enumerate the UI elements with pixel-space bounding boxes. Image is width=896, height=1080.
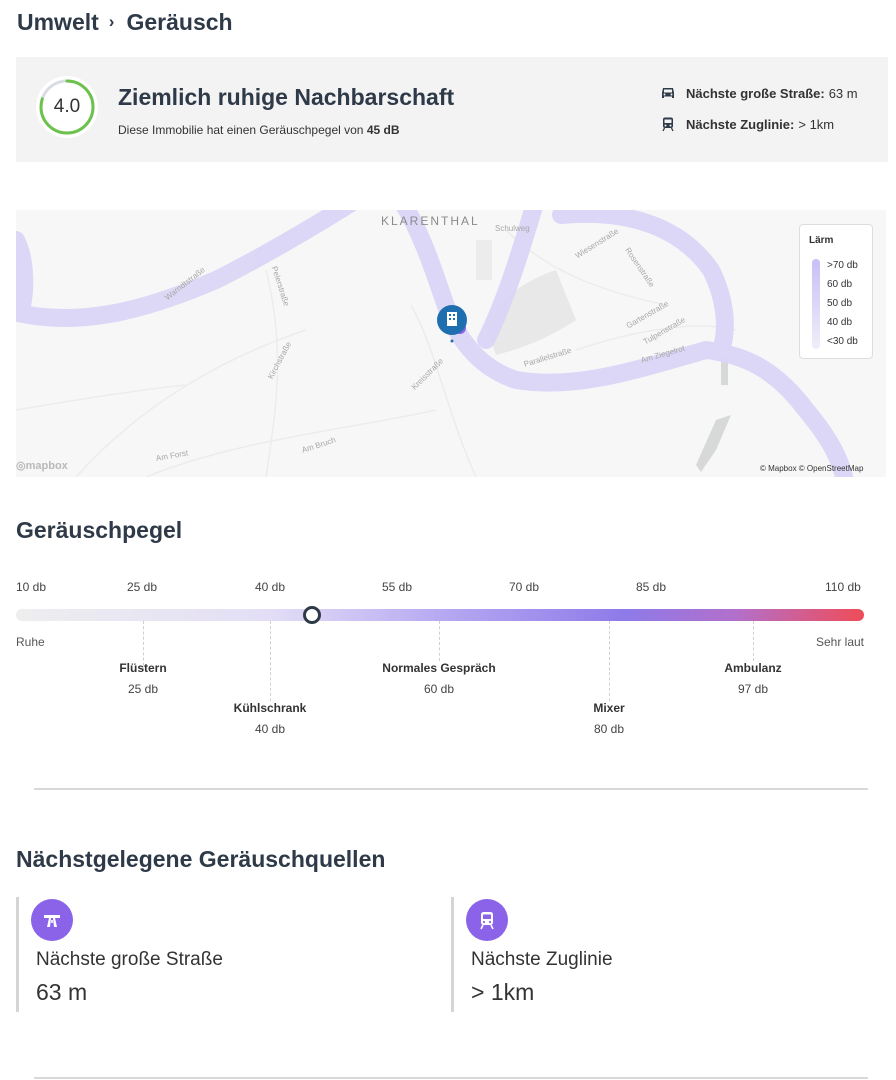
summary-train-value: > 1km [798, 116, 835, 132]
scale-high-label: Sehr laut [815, 635, 864, 649]
noise-score-badge: 4.0 [36, 76, 98, 138]
reference-line [609, 621, 610, 701]
summary-road-info: Nächste große Straße: 63 m [660, 85, 858, 101]
reference-value: 60 db [423, 682, 455, 696]
reference-value: 40 db [254, 722, 286, 736]
scale-tick-label: 55 db [382, 580, 413, 594]
noise-gradient-bar [16, 609, 864, 621]
reference-value: 97 db [737, 682, 769, 696]
source-train-label: Nächste Zuglinie [471, 949, 613, 970]
legend-item: 50 db [827, 298, 853, 309]
reference-value: 80 db [593, 722, 625, 736]
summary-road-label: Nächste große Straße: [686, 85, 825, 101]
map-legend: Lärm >70 db 60 db 50 db 40 db <30 db [799, 224, 873, 359]
scale-tick-label: 40 db [255, 580, 286, 594]
breadcrumb-current: Geräusch [126, 8, 233, 35]
reference-value: 25 db [127, 682, 159, 696]
mapbox-logo[interactable]: ◎mapbox [16, 459, 68, 472]
summary-road-value: 63 m [828, 85, 858, 101]
road-icon [31, 899, 73, 941]
noise-sources-title: Nächstgelegene Geräuschquellen [16, 846, 386, 872]
noise-score-value: 4.0 [53, 96, 81, 117]
map-street-label: Schulweg [495, 224, 530, 233]
source-train-value: > 1km [471, 979, 535, 1005]
legend-item: >70 db [827, 260, 858, 271]
reference-name: Mixer [593, 701, 625, 715]
summary-db-value: 45 dB [366, 123, 400, 137]
section-divider [34, 1077, 868, 1079]
legend-item: 40 db [827, 317, 853, 328]
reference-name: Kühlschrank [233, 701, 307, 715]
summary-title: Ziemlich ruhige Nachbarschaft [118, 84, 455, 110]
mapbox-logo-text: mapbox [25, 460, 68, 472]
summary-train-label: Nächste Zuglinie: [686, 116, 795, 132]
noise-map[interactable]: KLARENTHAL Schulweg Wiesenstraße Rosenst… [16, 210, 886, 477]
source-train: Nächste Zuglinie > 1km [451, 897, 871, 1012]
section-divider [34, 788, 868, 790]
train-icon [662, 117, 674, 132]
reference-name: Normales Gespräch [382, 661, 496, 675]
reference-name: Ambulanz [724, 661, 782, 675]
train-icon [466, 899, 508, 941]
breadcrumb-parent[interactable]: Umwelt [17, 9, 99, 36]
scale-tick-label: 10 db [16, 580, 47, 594]
summary-train-info: Nächste Zuglinie: > 1km [660, 116, 834, 132]
source-road-label: Nächste große Straße [36, 949, 223, 970]
summary-subtitle: Diese Immobilie hat einen Geräuschpegel … [118, 123, 400, 137]
map-canvas[interactable] [16, 210, 886, 477]
map-attribution[interactable]: © Mapbox © OpenStreetMap [760, 464, 863, 473]
current-noise-marker [303, 606, 322, 624]
scale-tick-label: 110 db [825, 580, 861, 594]
reference-name: Flüstern [119, 661, 167, 675]
noise-summary-card: 4.0 Ziemlich ruhige Nachbarschaft Diese … [16, 57, 888, 162]
scale-tick-label: 25 db [127, 580, 158, 594]
scale-low-label: Ruhe [16, 635, 45, 649]
source-road-value: 63 m [36, 979, 88, 1005]
mapbox-logo-icon: ◎ [16, 460, 26, 472]
reference-line [270, 621, 271, 701]
legend-item: <30 db [827, 336, 858, 347]
car-icon [662, 88, 674, 98]
reference-line [439, 621, 440, 661]
noise-level-title: Geräuschpegel [16, 517, 183, 543]
breadcrumb: Umwelt › Geräusch [17, 6, 233, 38]
noise-scale: 10 db 25 db 40 db 55 db 70 db 85 db 110 … [16, 580, 868, 750]
scale-tick-label: 85 db [636, 580, 667, 594]
reference-line [753, 621, 754, 661]
scale-tick-label: 70 db [509, 580, 540, 594]
summary-subtitle-text: Diese Immobilie hat einen Geräuschpegel … [118, 123, 364, 137]
source-road: Nächste große Straße 63 m [16, 897, 436, 1012]
breadcrumb-separator-icon: › [108, 12, 115, 31]
map-district-label: KLARENTHAL [381, 214, 480, 228]
legend-gradient [812, 259, 820, 349]
legend-item: 60 db [827, 279, 853, 290]
legend-title: Lärm [809, 235, 834, 246]
